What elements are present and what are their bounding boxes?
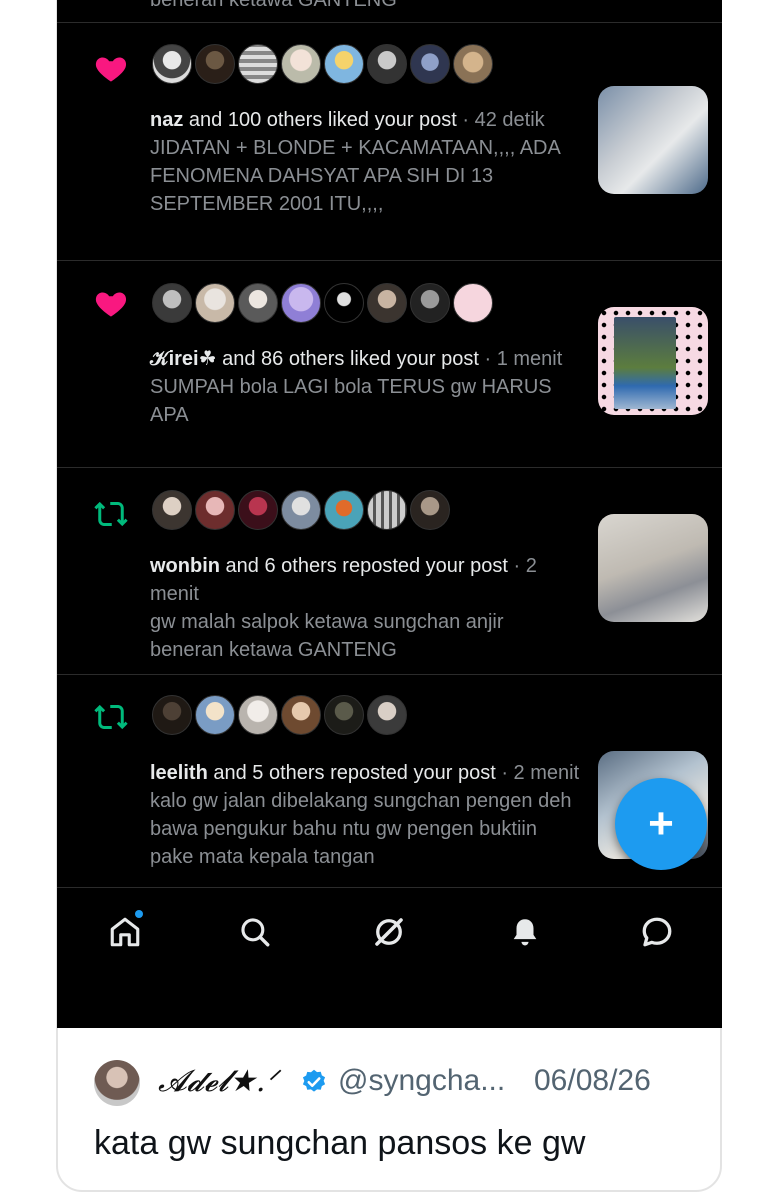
messages-icon	[642, 917, 672, 947]
notification-text: 𝒦irei☘ and 86 others liked your post · 1…	[150, 345, 580, 429]
post-date: 06/08/26	[534, 1064, 651, 1097]
action-text: and 86 others liked your post	[216, 348, 479, 370]
avatar[interactable]	[324, 44, 364, 84]
avatar[interactable]	[453, 44, 493, 84]
avatar[interactable]	[238, 695, 278, 735]
author-handle[interactable]: @syngcha...	[338, 1064, 505, 1098]
notifications-icon	[513, 919, 537, 946]
avatar[interactable]	[410, 44, 450, 84]
avatar[interactable]	[281, 695, 321, 735]
actor-name[interactable]: naz	[150, 109, 183, 131]
avatar[interactable]	[410, 490, 450, 530]
heart-icon	[95, 57, 127, 82]
avatar[interactable]	[410, 283, 450, 323]
avatar[interactable]	[238, 490, 278, 530]
grok-icon	[375, 918, 403, 946]
home-icon	[110, 917, 140, 947]
avatar[interactable]	[195, 44, 235, 84]
avatar[interactable]	[195, 695, 235, 735]
avatar[interactable]	[324, 283, 364, 323]
avatar[interactable]	[281, 283, 321, 323]
avatar[interactable]	[238, 283, 278, 323]
avatar[interactable]	[281, 44, 321, 84]
actor-name[interactable]: wonbin	[150, 555, 220, 577]
tab-search[interactable]	[231, 908, 279, 956]
bottom-nav	[57, 888, 722, 1028]
compose-button[interactable]: +	[615, 778, 707, 870]
repost-icon	[94, 501, 128, 527]
post-preview: SUMPAH bola LAGI bola TERUS gw HARUS APA	[150, 376, 552, 426]
actor-name[interactable]: leelith	[150, 762, 208, 784]
actor-name[interactable]: 𝒦irei☘	[150, 348, 217, 370]
avatar[interactable]	[367, 490, 407, 530]
tab-grok[interactable]	[365, 908, 413, 956]
timestamp: · 2 menit	[495, 762, 580, 784]
avatar[interactable]	[195, 283, 235, 323]
compose-plus-label: +	[648, 799, 674, 848]
avatar[interactable]	[367, 283, 407, 323]
timestamp: · 1 menit	[478, 348, 563, 370]
notifications-screenshot: beneran ketawa GANTENG naz and 100 other…	[57, 0, 722, 1028]
avatar[interactable]	[152, 490, 192, 530]
avatar[interactable]	[367, 44, 407, 84]
avatar-row	[152, 283, 496, 327]
notification-text: naz and 100 others liked your post · 42 …	[150, 106, 580, 218]
quote-text: kata gw sungchan pansos ke gw	[94, 1124, 586, 1162]
partial-post-text: beneran ketawa GANTENG	[150, 0, 397, 11]
post-preview: gw malah salpok ketawa sungchan anjir be…	[150, 611, 504, 661]
notification-text: wonbin and 6 others reposted your post ·…	[150, 552, 580, 664]
notification-item[interactable]: leelith and 5 others reposted your post …	[57, 675, 722, 889]
quote-author-row[interactable]: 𝓐𝓭𝓮𝓵★.ᐟ @syngcha... 06/08/26	[94, 1056, 714, 1110]
notification-item[interactable]: 𝒦irei☘ and 86 others liked your post · 1…	[57, 261, 722, 467]
avatar[interactable]	[152, 695, 192, 735]
action-text: and 5 others reposted your post	[207, 762, 496, 784]
scroll-fade	[57, 862, 722, 888]
avatar[interactable]	[324, 695, 364, 735]
avatar-row	[152, 44, 496, 88]
heart-icon	[95, 292, 127, 317]
avatar[interactable]	[367, 695, 407, 735]
avatar[interactable]	[238, 44, 278, 84]
post-thumbnail[interactable]	[598, 514, 708, 622]
avatar[interactable]	[195, 490, 235, 530]
tab-messages[interactable]	[633, 908, 681, 956]
notification-item[interactable]: naz and 100 others liked your post · 42 …	[57, 22, 722, 260]
avatar[interactable]	[152, 44, 192, 84]
action-text: and 100 others liked your post	[183, 109, 457, 131]
verified-badge-icon	[302, 1069, 326, 1092]
action-text: and 6 others reposted your post	[219, 555, 508, 577]
post-thumbnail[interactable]	[598, 86, 708, 194]
avatar[interactable]	[281, 490, 321, 530]
post-preview: kalo gw jalan dibelakang sungchan pengen…	[150, 790, 572, 868]
avatar-row	[152, 695, 410, 739]
avatar[interactable]	[94, 1060, 140, 1106]
author-name[interactable]: 𝓐𝓭𝓮𝓵★.ᐟ	[158, 1064, 278, 1099]
thumbnail-photo	[614, 317, 676, 409]
notification-item[interactable]: wonbin and 6 others reposted your post ·…	[57, 468, 722, 674]
tab-home[interactable]	[101, 908, 149, 956]
unread-dot	[135, 910, 143, 918]
avatar[interactable]	[324, 490, 364, 530]
search-icon	[241, 918, 270, 947]
repost-icon	[94, 704, 128, 730]
timestamp: · 42 detik	[456, 109, 545, 131]
post-thumbnail[interactable]	[598, 307, 708, 415]
notification-text: leelith and 5 others reposted your post …	[150, 759, 580, 871]
post-preview: JIDATAN + BLONDE + KACAMATAAN,,,, ADA FE…	[150, 137, 560, 215]
avatar-row	[152, 490, 453, 534]
avatar[interactable]	[152, 283, 192, 323]
tab-notifications[interactable]	[501, 908, 549, 956]
avatar[interactable]	[453, 283, 493, 323]
